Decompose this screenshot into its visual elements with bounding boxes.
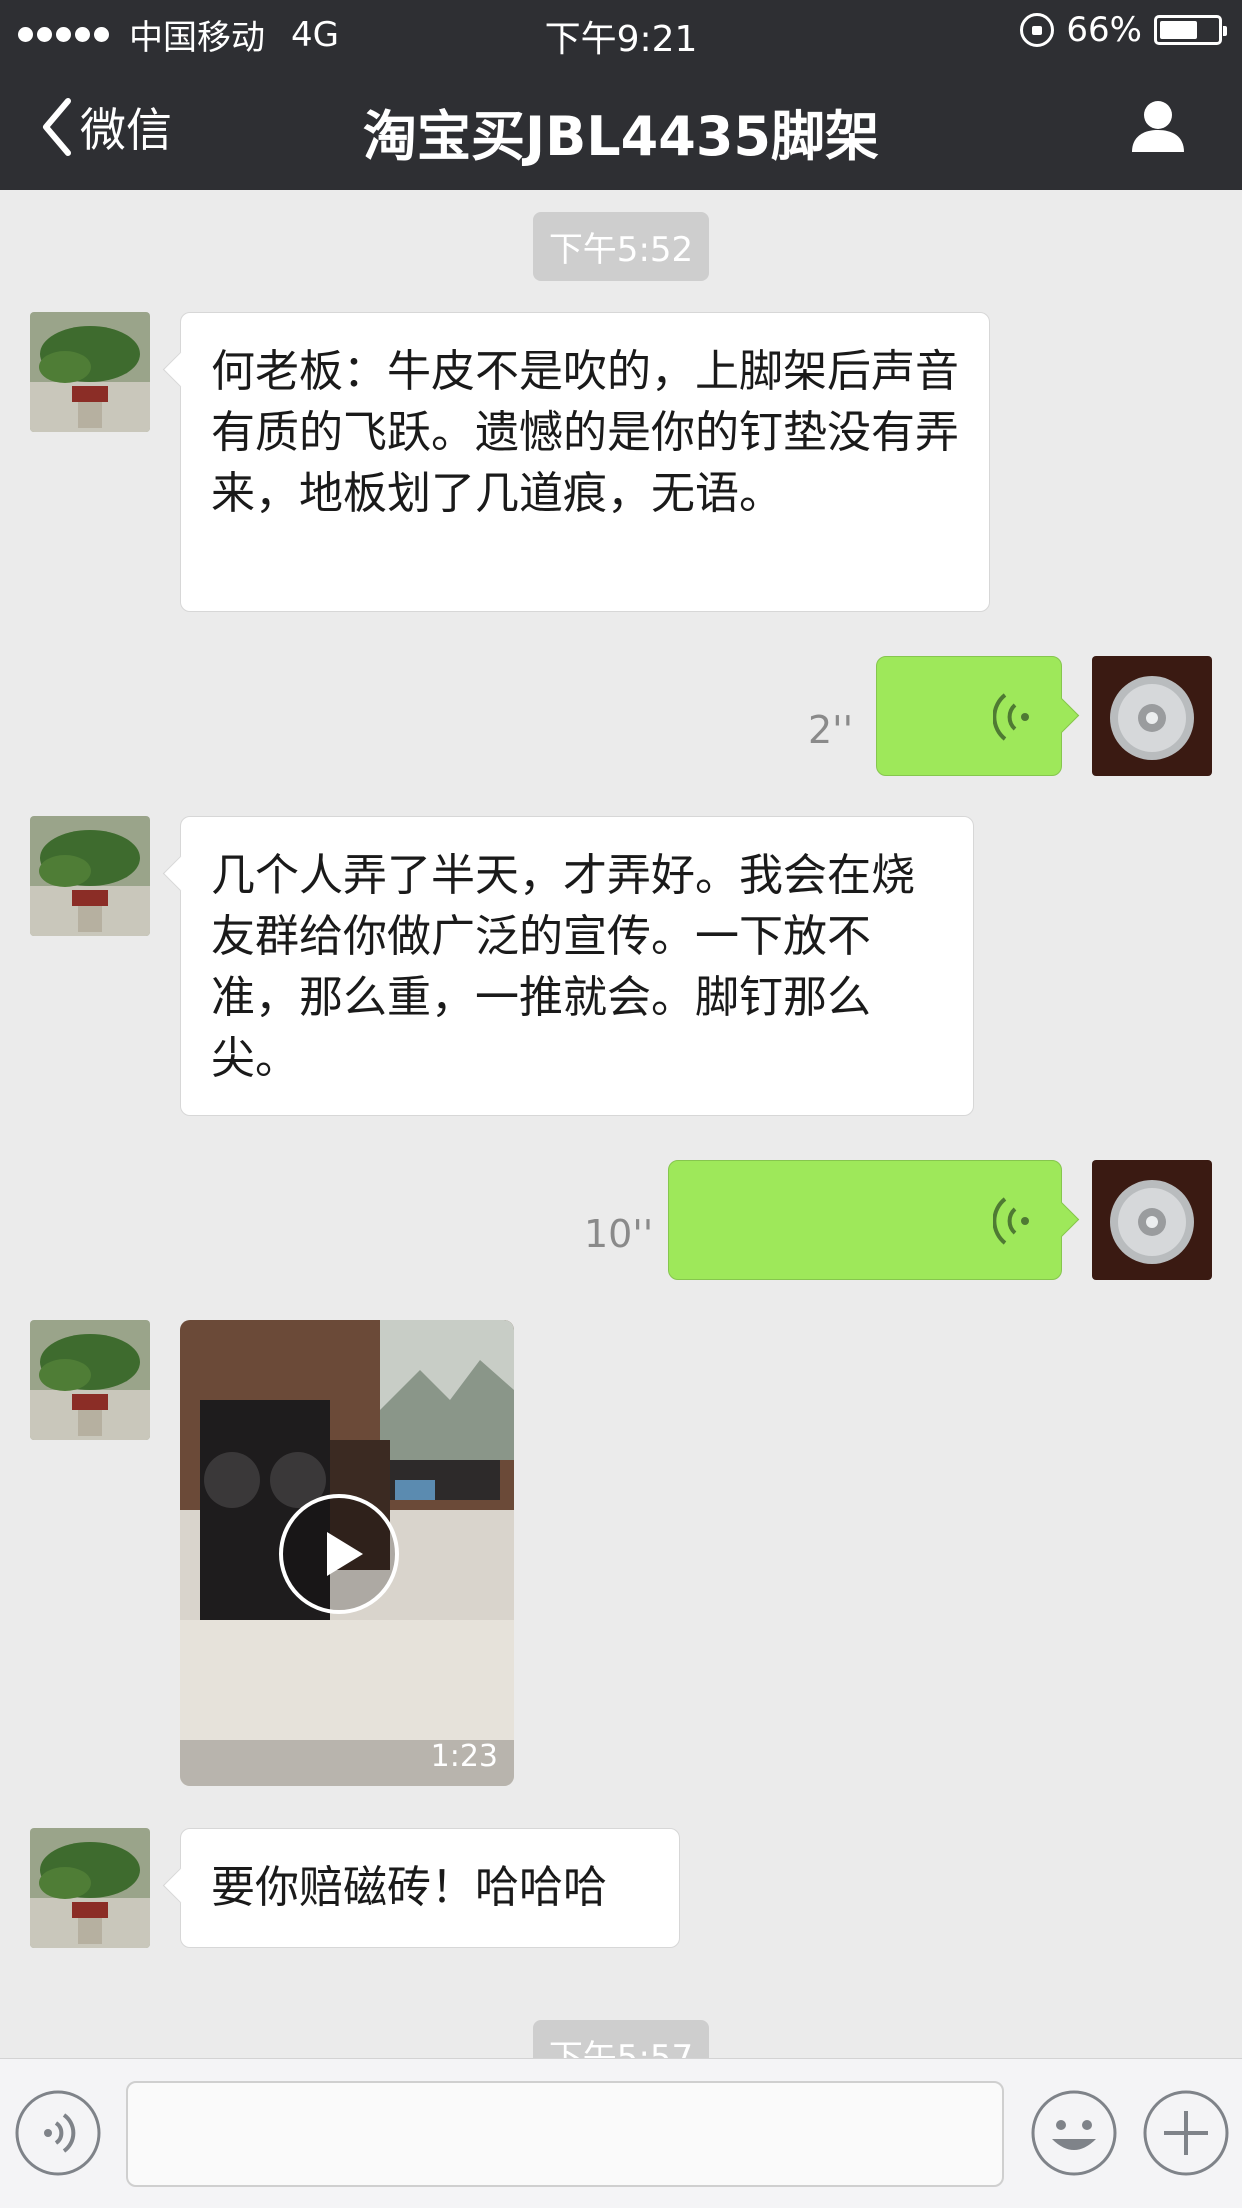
battery-percent: 66%	[1066, 10, 1142, 50]
play-icon	[279, 1494, 399, 1614]
timestamp-pill: 下午5:57	[0, 2020, 1242, 2058]
voice-input-icon	[15, 2090, 101, 2176]
timestamp-pill: 下午5:52	[0, 212, 1242, 281]
message-text: 何老板：牛皮不是吹的，上脚架后声音有质的飞跃。遗憾的是你的钉垫没有弄来，地板划了…	[211, 346, 959, 519]
voice-message-outgoing[interactable]	[668, 1160, 1062, 1280]
chat-info-button[interactable]	[1130, 98, 1186, 158]
contact-avatar[interactable]	[30, 1828, 150, 1948]
contact-avatar[interactable]	[30, 1320, 150, 1440]
my-avatar[interactable]	[1092, 656, 1212, 776]
timestamp: 下午5:52	[532, 212, 710, 281]
video-message[interactable]: 1:23	[180, 1320, 514, 1786]
input-bar	[0, 2058, 1242, 2208]
message-bubble-incoming[interactable]: 要你赔磁砖！哈哈哈	[180, 1828, 680, 1948]
emoji-button[interactable]	[1030, 2089, 1118, 2181]
voice-wave-icon	[993, 1197, 1029, 1245]
person-icon	[1132, 101, 1184, 152]
contact-avatar[interactable]	[30, 816, 150, 936]
my-avatar[interactable]	[1092, 1160, 1212, 1280]
message-bubble-incoming[interactable]: 何老板：牛皮不是吹的，上脚架后声音有质的飞跃。遗憾的是你的钉垫没有弄来，地板划了…	[180, 312, 990, 612]
timestamp: 下午5:57	[532, 2020, 710, 2058]
voice-duration: 2''	[808, 708, 854, 752]
contact-avatar[interactable]	[30, 312, 150, 432]
lock-rotation-icon	[1020, 13, 1055, 47]
status-bar: 中国移动 4G 下午9:21 66%	[0, 0, 1242, 64]
chat-area[interactable]: 下午5:52 何老板：牛皮不是吹的，上脚架后声音有质的飞跃。遗憾的是你的钉垫没有…	[0, 190, 1242, 2058]
message-text: 几个人弄了半天，才弄好。我会在烧友群给你做广泛的宣传。一下放不准，那么重，一推就…	[211, 850, 915, 1084]
voice-input-button[interactable]	[14, 2089, 102, 2181]
voice-wave-icon	[993, 693, 1029, 741]
voice-message-outgoing[interactable]	[876, 656, 1062, 776]
voice-duration: 10''	[584, 1212, 654, 1256]
battery-icon	[1154, 15, 1227, 45]
play-button[interactable]	[277, 1492, 401, 1620]
more-button[interactable]	[1142, 2089, 1230, 2181]
message-input[interactable]	[126, 2081, 1004, 2187]
message-bubble-incoming[interactable]: 几个人弄了半天，才弄好。我会在烧友群给你做广泛的宣传。一下放不准，那么重，一推就…	[180, 816, 974, 1116]
battery-fill	[1160, 21, 1197, 39]
video-duration: 1:23	[430, 1739, 498, 1774]
chat-title: 淘宝买JBL4435脚架	[363, 105, 879, 168]
top-bar: 中国移动 4G 下午9:21 66% 微信 淘宝买JBL4435脚架	[0, 0, 1242, 190]
emoji-icon	[1031, 2090, 1117, 2176]
message-text: 要你赔磁砖！哈哈哈	[211, 1862, 607, 1913]
nav-bar: 微信 淘宝买JBL4435脚架	[0, 64, 1242, 190]
plus-icon	[1143, 2090, 1229, 2176]
